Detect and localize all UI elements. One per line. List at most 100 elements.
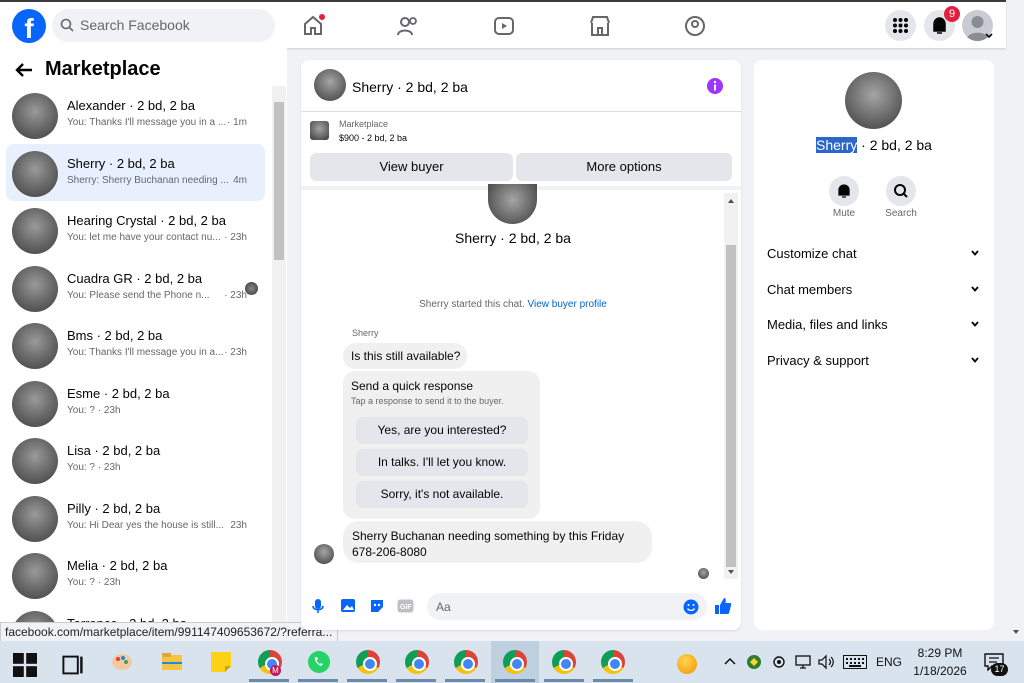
security-tray-icon[interactable]	[746, 654, 762, 670]
clock-time[interactable]: 8:29 PM	[908, 646, 972, 660]
message-input[interactable]: Aa	[427, 593, 707, 620]
quick-response-yes[interactable]: Yes, are you interested?	[356, 417, 528, 444]
running-indicator	[396, 679, 436, 682]
scroll-down-arrow-icon[interactable]	[724, 567, 738, 577]
conversation-name: Alexander · 2 bd, 2 ba	[67, 98, 195, 113]
chevron-up-icon[interactable]	[723, 656, 737, 666]
scroll-down-arrow-icon[interactable]	[1011, 628, 1021, 636]
mute-button[interactable]	[829, 176, 859, 206]
chat-avatar[interactable]	[314, 69, 346, 101]
chrome-icon[interactable]	[601, 650, 625, 674]
conversation-item[interactable]: Pilly · 2 bd, 2 ba You: Hi Dear yes the h…	[6, 489, 265, 546]
details-section[interactable]: Privacy & support	[767, 353, 982, 368]
network-icon[interactable]	[795, 654, 811, 670]
windows-start-icon[interactable]	[13, 653, 37, 677]
thumbs-up-icon[interactable]	[714, 597, 732, 615]
details-section[interactable]: Customize chat	[767, 246, 982, 261]
app-orange-icon[interactable]	[677, 654, 697, 674]
bell-icon	[838, 184, 850, 198]
camera-tray-icon[interactable]	[771, 655, 787, 669]
back-arrow-icon[interactable]	[14, 60, 34, 80]
whatsapp-icon[interactable]	[307, 650, 331, 674]
page-scrollbar[interactable]	[1007, 0, 1024, 641]
profile-badge: M	[270, 665, 281, 676]
video-icon[interactable]	[492, 14, 516, 38]
chevron-down-icon	[971, 285, 979, 292]
conversation-item[interactable]: Esme · 2 bd, 2 ba You: ? · 23h	[6, 374, 265, 431]
task-view-icon[interactable]	[61, 653, 85, 677]
conversation-item[interactable]: Alexander · 2 bd, 2 ba You: Thanks I'll m…	[6, 86, 265, 143]
info-icon[interactable]	[706, 77, 724, 95]
running-indicator	[495, 679, 535, 682]
chrome-icon[interactable]	[552, 650, 576, 674]
scroll-up-arrow-icon[interactable]	[724, 196, 738, 206]
conversation-name: Sherry · 2 bd, 2 ba	[67, 155, 175, 171]
sender-avatar[interactable]	[314, 544, 334, 564]
chat-started-notice: Sherry started this chat. View buyer pro…	[301, 299, 725, 310]
section-label: Media, files and links	[767, 317, 888, 332]
buyer-avatar-large[interactable]	[488, 184, 537, 224]
view-buyer-profile-link[interactable]: View buyer profile	[528, 299, 607, 310]
conversation-item[interactable]: Bms · 2 bd, 2 ba You: Thanks I'll message…	[6, 316, 265, 373]
message-bubble[interactable]: Sherry Buchanan needing something by thi…	[343, 521, 652, 563]
friends-icon[interactable]	[396, 14, 420, 38]
chat-title[interactable]: Sherry · 2 bd, 2 ba	[352, 79, 468, 95]
svg-text:GIF: GIF	[400, 604, 412, 611]
volume-icon[interactable]	[818, 654, 836, 670]
chevron-down-icon[interactable]	[984, 32, 994, 40]
keyboard-icon[interactable]	[843, 655, 867, 669]
chrome-icon[interactable]	[454, 650, 478, 674]
search-conversation-button[interactable]	[886, 176, 916, 206]
facebook-logo[interactable]: f	[12, 9, 46, 43]
sticker-icon[interactable]	[369, 598, 385, 614]
chat-started-text: Sherry started this chat.	[419, 299, 525, 310]
running-indicator	[544, 679, 584, 682]
home-icon[interactable]	[301, 14, 325, 38]
paint-icon[interactable]	[110, 650, 134, 674]
listing-info[interactable]: $900 - 2 bd, 2 ba	[339, 133, 407, 143]
running-indicator	[249, 679, 289, 682]
menu-grid-button[interactable]	[885, 10, 916, 41]
view-buyer-button[interactable]: View buyer	[310, 153, 513, 181]
details-section[interactable]: Media, files and links	[767, 317, 982, 332]
conversation-item[interactable]: Sherry · 2 bd, 2 ba Sherry: Sherry Buchan…	[6, 143, 265, 201]
scrollbar-thumb[interactable]	[726, 245, 736, 567]
quick-response-in-talks[interactable]: In talks. I'll let you know.	[356, 449, 528, 476]
input-language[interactable]: ENG	[876, 655, 902, 669]
chrome-icon[interactable]	[356, 650, 380, 674]
conversation-time: 4m	[233, 174, 247, 186]
file-explorer-icon[interactable]	[160, 650, 184, 674]
conversation-item[interactable]: Lisa · 2 bd, 2 ba You: ? · 23h	[6, 431, 265, 488]
conversation-item[interactable]: Melia · 2 bd, 2 ba You: ? · 23h	[6, 546, 265, 603]
conversation-preview: You: ? · 23h	[67, 404, 121, 416]
search-input[interactable]: Search Facebook	[52, 9, 275, 42]
conversation-list-scrollbar[interactable]	[272, 86, 286, 641]
conversation-preview: You: Thanks I'll message you in a ...	[67, 117, 227, 128]
buyer-profile-avatar[interactable]	[845, 72, 902, 129]
quick-response-subtitle: Tap a response to send it to the buyer.	[351, 396, 504, 406]
scrollbar-thumb[interactable]	[274, 102, 284, 260]
chrome-icon[interactable]	[405, 650, 429, 674]
chat-scrollbar[interactable]	[724, 193, 738, 579]
details-section[interactable]: Chat members	[767, 282, 982, 297]
quick-response-not-available[interactable]: Sorry, it's not available.	[356, 481, 528, 508]
photo-icon[interactable]	[340, 598, 356, 613]
listing-thumbnail[interactable]	[310, 121, 329, 140]
conversation-preview: You: Please send the Phone n...	[67, 289, 210, 301]
conversation-item[interactable]: Hearing Crystal · 2 bd, 2 ba You: let me …	[6, 201, 265, 258]
message-bubble[interactable]: Is this still available?	[343, 343, 467, 369]
sticky-notes-icon[interactable]	[209, 650, 233, 674]
chrome-icon[interactable]	[503, 650, 527, 674]
more-options-button[interactable]: More options	[516, 153, 732, 181]
chat-details-panel: Sherry · 2 bd, 2 ba Mute Search Customiz…	[754, 60, 994, 630]
emoji-icon[interactable]	[683, 599, 699, 615]
clock-date[interactable]: 1/18/2026	[908, 664, 972, 678]
conversation-avatar	[12, 495, 58, 542]
windows-taskbar: M ENG 8:29 PM 1/18/2026 17	[0, 641, 1024, 683]
gif-icon[interactable]: GIF	[397, 599, 414, 613]
groups-icon[interactable]	[683, 14, 707, 38]
conversation-item[interactable]: Cuadra GR · 2 bd, 2 ba You: Please send t…	[6, 259, 265, 316]
marketplace-icon[interactable]	[588, 14, 612, 38]
microphone-icon[interactable]	[311, 598, 325, 614]
conversation-time: · 23h	[224, 232, 247, 243]
